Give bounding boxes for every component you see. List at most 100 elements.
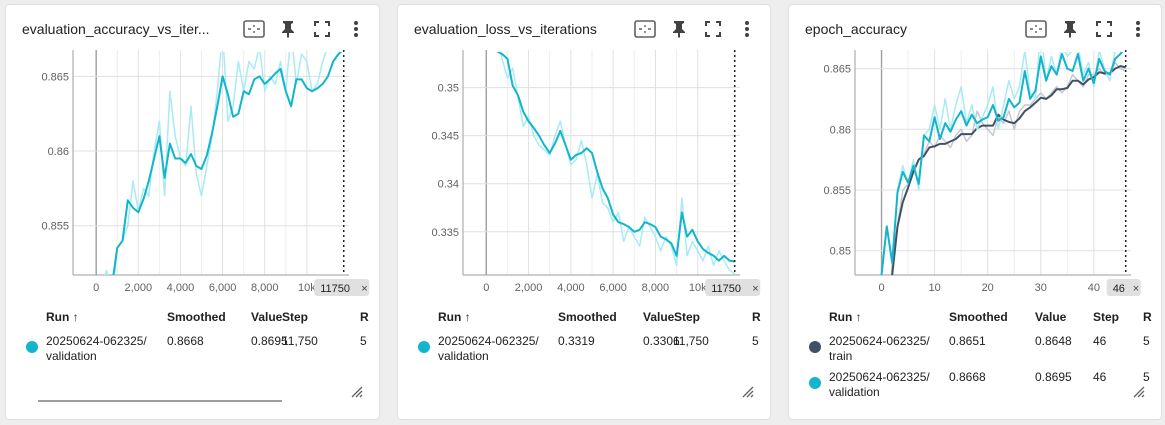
fit-domain-icon — [243, 20, 265, 38]
fullscreen-button[interactable] — [1087, 17, 1121, 41]
series-raw-line — [499, 52, 736, 275]
pin-icon — [671, 20, 687, 38]
y-tick-label: 0.855 — [41, 221, 69, 233]
close-icon: × — [752, 283, 758, 295]
fit-domain-icon — [634, 20, 656, 38]
y-tick-label: 0.86 — [830, 124, 851, 136]
card-title: evaluation_loss_vs_iterations — [414, 21, 597, 37]
chart-epoch-accuracy[interactable]: 0 10 20 30 40 0.85 0.855 0.86 0.865 46 × — [789, 50, 1162, 300]
column-header-run[interactable]: Run ↑ — [46, 310, 79, 324]
pin-icon — [280, 20, 296, 38]
y-tick-label: 0.34 — [438, 179, 459, 191]
run-color-swatch[interactable] — [26, 341, 38, 353]
x-tick-label: 0 — [93, 282, 99, 294]
step-marker-label: 11750 — [711, 283, 741, 295]
fit-domain-button[interactable] — [237, 17, 271, 41]
fullscreen-button[interactable] — [305, 17, 339, 41]
run-color-swatch[interactable] — [809, 341, 821, 353]
pin-icon — [1062, 20, 1078, 38]
x-tick-label: 0 — [878, 282, 884, 294]
card-title: evaluation_accuracy_vs_iter... — [22, 21, 210, 37]
run-name: 20250624-062325/train — [829, 334, 930, 364]
pin-button[interactable] — [662, 17, 696, 41]
y-tick-label: 0.86 — [48, 146, 69, 158]
chart-evaluation-loss[interactable]: 0 2,000 4,000 6,000 8,000 10k 0.335 0.34 0.345 0.… — [398, 50, 771, 300]
series-smoothed-line — [496, 52, 735, 263]
run-name-line2: train — [829, 349, 853, 363]
more-vert-icon — [353, 20, 359, 38]
close-icon: × — [1133, 283, 1139, 295]
more-vert-button[interactable] — [1121, 17, 1155, 41]
run-name-line2: validation — [438, 349, 489, 363]
column-header-extra[interactable]: R — [360, 310, 369, 324]
cell-step: 11,750 — [282, 334, 318, 348]
cell-extra: 5 — [360, 334, 367, 348]
run-name-line1: 20250624-062325/ — [46, 334, 147, 348]
cell-value: 0.8648 — [1035, 334, 1072, 348]
x-tick-label: 20 — [982, 282, 994, 294]
column-header-value[interactable]: Value — [251, 310, 282, 324]
resize-handle-icon[interactable] — [740, 384, 754, 403]
cell-step: 46 — [1093, 334, 1107, 348]
pin-button[interactable] — [1053, 17, 1087, 41]
more-vert-button[interactable] — [730, 17, 764, 41]
fullscreen-icon — [1096, 21, 1112, 37]
x-tick-label: 40 — [1088, 282, 1100, 294]
run-name: 20250624-062325/validation — [46, 334, 147, 364]
step-marker-label: 46 — [1113, 283, 1125, 295]
column-header-smoothed[interactable]: Smoothed — [558, 310, 617, 324]
run-color-swatch[interactable] — [418, 341, 430, 353]
y-tick-label: 0.855 — [823, 185, 851, 197]
card-evaluation-accuracy: evaluation_accuracy_vs_iter... 0 2,000 4,0… — [5, 4, 380, 420]
card-toolbar — [237, 17, 373, 41]
run-name-line1: 20250624-062325/ — [829, 370, 930, 384]
fit-domain-button[interactable] — [1019, 17, 1053, 41]
column-header-step[interactable]: Step — [674, 310, 700, 324]
cell-extra: 5 — [1143, 370, 1150, 384]
card-toolbar — [628, 17, 764, 41]
column-header-value[interactable]: Value — [1035, 310, 1066, 324]
y-tick-label: 0.85 — [830, 246, 851, 258]
card-epoch-accuracy: epoch_accuracy 0 10 20 30 40 0.85 0.855 0.86 0.8… — [788, 4, 1162, 420]
column-header-run[interactable]: Run ↑ — [829, 310, 862, 324]
run-name: 20250624-062325/validation — [829, 370, 930, 400]
run-name-line1: 20250624-062325/ — [438, 334, 539, 348]
run-color-swatch[interactable] — [809, 377, 821, 389]
column-header-extra[interactable]: R — [752, 310, 761, 324]
x-tick-label: 6,000 — [599, 282, 627, 294]
run-name-line1: 20250624-062325/ — [829, 334, 930, 348]
column-header-extra[interactable]: R — [1143, 310, 1152, 324]
cell-step: 11,750 — [673, 334, 709, 348]
cell-value: 0.8695 — [1035, 370, 1072, 384]
step-marker-label: 11750 — [320, 283, 350, 295]
x-tick-label: 8,000 — [251, 282, 279, 294]
horizontal-scrollbar[interactable] — [38, 400, 282, 402]
column-header-smoothed[interactable]: Smoothed — [949, 310, 1008, 324]
x-tick-label: 8,000 — [642, 282, 670, 294]
chart-evaluation-accuracy[interactable]: 0 2,000 4,000 6,000 8,000 10k 0.855 0.86 0.865 11… — [6, 50, 380, 300]
column-header-step[interactable]: Step — [1093, 310, 1119, 324]
cell-smoothed: 0.8651 — [949, 334, 986, 348]
resize-handle-icon[interactable] — [349, 384, 363, 403]
column-header-smoothed[interactable]: Smoothed — [167, 310, 226, 324]
more-vert-icon — [744, 20, 750, 38]
resize-handle-icon[interactable] — [1131, 384, 1145, 403]
more-vert-button[interactable] — [339, 17, 373, 41]
fit-domain-button[interactable] — [628, 17, 662, 41]
cell-extra: 5 — [1143, 334, 1150, 348]
column-header-step[interactable]: Step — [282, 310, 308, 324]
x-tick-label: 4,000 — [557, 282, 585, 294]
fullscreen-button[interactable] — [696, 17, 730, 41]
more-vert-icon — [1135, 20, 1141, 38]
fullscreen-icon — [314, 21, 330, 37]
column-header-value[interactable]: Value — [643, 310, 674, 324]
y-tick-label: 0.865 — [823, 64, 851, 76]
close-icon: × — [361, 283, 367, 295]
fit-domain-icon — [1025, 20, 1047, 38]
pin-button[interactable] — [271, 17, 305, 41]
x-tick-label: 2,000 — [515, 282, 543, 294]
cell-extra: 5 — [752, 334, 759, 348]
column-header-run[interactable]: Run ↑ — [438, 310, 471, 324]
run-name: 20250624-062325/validation — [438, 334, 539, 364]
card-evaluation-loss: evaluation_loss_vs_iterations 0 2,000 4,00… — [397, 4, 771, 420]
